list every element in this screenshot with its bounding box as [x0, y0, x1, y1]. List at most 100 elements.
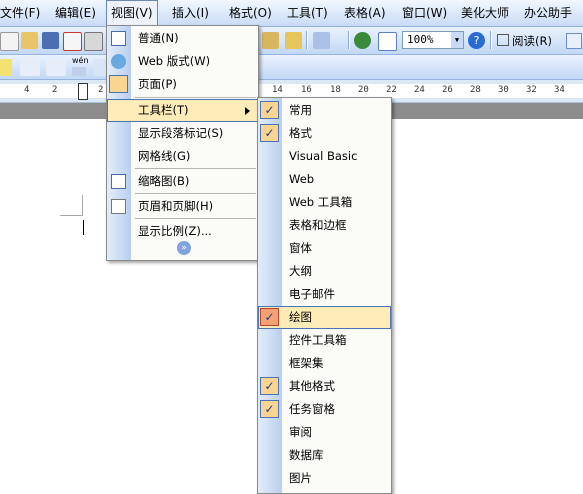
- menu-window[interactable]: 窗口(W): [402, 0, 447, 26]
- expand-menu-icon[interactable]: »: [177, 241, 191, 255]
- menu-view[interactable]: 视图(V): [106, 0, 158, 25]
- toolbar-option-item[interactable]: 窗体: [258, 237, 391, 260]
- menu-separator: [135, 193, 256, 194]
- print-layout-icon: [109, 75, 128, 93]
- formatting-toolbar: wén: [0, 55, 583, 80]
- toolbar-option-label: 其他格式: [289, 379, 335, 393]
- open-folder-icon[interactable]: [21, 32, 38, 49]
- ruler-number: 16: [301, 85, 312, 95]
- menu-office-assistant[interactable]: 办公助手: [524, 0, 572, 26]
- checkmark-icon: ✓: [260, 308, 279, 326]
- save-disk-icon[interactable]: [42, 32, 59, 49]
- hyperlink-icon[interactable]: [354, 32, 371, 49]
- header-footer-icon: [111, 199, 126, 214]
- view-zoom-item[interactable]: 显示比例(Z)...: [107, 220, 258, 243]
- checkmark-icon: ✓: [260, 101, 279, 119]
- format-painter-icon[interactable]: [285, 32, 302, 49]
- view-gridlines-item[interactable]: 网格线(G): [107, 145, 258, 168]
- toolbar-option-label: 数据库: [289, 448, 324, 462]
- toolbar-option-item[interactable]: 控件工具箱: [258, 329, 391, 352]
- read-mode-button[interactable]: 阅读(R): [497, 32, 552, 50]
- toolbar-option-item[interactable]: Web 工具箱: [258, 191, 391, 214]
- toolbars-submenu: ✓ 常用 ✓ 格式 Visual Basic Web Web 工具箱 表格和边框 窗体 大纲 电子邮…: [257, 97, 392, 494]
- toolbar-option-item[interactable]: 电子邮件: [258, 283, 391, 306]
- menu-insert[interactable]: 插入(I): [172, 0, 209, 26]
- toolbar-option-label: Visual Basic: [289, 149, 358, 163]
- ruler-number: 34: [554, 85, 565, 95]
- view-menu: 普通(N) Web 版式(W) 页面(P) 工具栏(T) 显示段落标记(S) 网…: [106, 25, 259, 261]
- print-icon[interactable]: [84, 32, 103, 51]
- help-icon[interactable]: ?: [468, 32, 485, 49]
- normal-view-icon: [111, 31, 126, 46]
- spelling-check-icon[interactable]: [20, 59, 40, 76]
- view-print-layout-item[interactable]: 页面(P): [107, 73, 258, 96]
- menu-beautify-master[interactable]: 美化大师: [461, 0, 509, 26]
- ruler-number: 24: [414, 85, 425, 95]
- toolbar-option-label: Web 工具箱: [289, 195, 353, 209]
- menu-separator: [135, 218, 256, 219]
- ruler-number: 30: [498, 85, 509, 95]
- menu-file[interactable]: 文件(F): [0, 0, 40, 26]
- view-paragraph-marks-item[interactable]: 显示段落标记(S): [107, 122, 258, 145]
- view-normal-item[interactable]: 普通(N): [107, 27, 258, 50]
- paste-icon[interactable]: [262, 32, 279, 49]
- toolbar-option-item[interactable]: ✓ 绘图: [258, 306, 391, 329]
- toolbar-option-label: 图片: [289, 471, 312, 485]
- toolbar-option-label: 绘图: [289, 310, 312, 324]
- view-header-footer-item[interactable]: 页眉和页脚(H): [107, 195, 258, 218]
- view-thumbnails-item[interactable]: 缩略图(B): [107, 170, 258, 193]
- toolbar-option-item[interactable]: ✓ 格式: [258, 122, 391, 145]
- zoom-box[interactable]: 100% ▼: [402, 31, 464, 49]
- zoom-dropdown-icon[interactable]: ▼: [451, 32, 463, 48]
- menu-separator: [135, 97, 256, 98]
- ruler-number: 14: [272, 85, 283, 95]
- ruler-number: 20: [358, 85, 369, 95]
- ruler-number: 18: [330, 85, 341, 95]
- menu-table[interactable]: 表格(A): [344, 0, 386, 26]
- toolbar-option-label: 表格和边框: [289, 218, 347, 232]
- menu-edit[interactable]: 编辑(E): [55, 0, 96, 26]
- menu-bar: 文件(F) 编辑(E) 视图(V) 插入(I) 格式(O) 工具(T) 表格(A…: [0, 0, 583, 27]
- toolbar-option-item[interactable]: 框架集: [258, 352, 391, 375]
- toolbar-option-item[interactable]: 表格和边框: [258, 214, 391, 237]
- standard-toolbar: 100% ▼ ? 阅读(R): [0, 27, 583, 55]
- submenu-arrow-icon: [245, 107, 250, 115]
- toolbar-option-label: 窗体: [289, 241, 312, 255]
- toolbar-option-item[interactable]: ✓ 任务窗格: [258, 398, 391, 421]
- toolbar-option-item[interactable]: 大纲: [258, 260, 391, 283]
- menu-format[interactable]: 格式(O): [229, 0, 272, 26]
- toolbar-option-label: 任务窗格: [289, 402, 335, 416]
- ruler-number: 2: [98, 85, 104, 95]
- toolbar-option-label: 格式: [289, 126, 312, 140]
- book-icon: [497, 34, 509, 46]
- ruler-number: 28: [470, 85, 481, 95]
- strikethrough-icon[interactable]: [46, 59, 66, 76]
- toolbar-option-label: 框架集: [289, 356, 324, 370]
- toolbar-option-item[interactable]: 数据库: [258, 444, 391, 467]
- checkmark-icon: ✓: [260, 124, 279, 142]
- toolbar-option-label: 审阅: [289, 425, 312, 439]
- toolbar-option-item[interactable]: 审阅: [258, 421, 391, 444]
- undo-icon[interactable]: [313, 32, 330, 49]
- highlight-pen-icon[interactable]: [0, 59, 12, 76]
- permission-icon[interactable]: [63, 32, 82, 51]
- toolbar-option-item[interactable]: Web: [258, 168, 391, 191]
- toolbar-option-item[interactable]: 图片: [258, 467, 391, 490]
- ruler-number: 4: [24, 85, 30, 95]
- view-web-layout-item[interactable]: Web 版式(W): [107, 50, 258, 73]
- toolbar-option-item[interactable]: Visual Basic: [258, 145, 391, 168]
- indent-marker-icon[interactable]: [78, 83, 88, 100]
- ruler-number: 22: [386, 85, 397, 95]
- menu-tools[interactable]: 工具(T): [287, 0, 328, 26]
- toolbar-option-item[interactable]: ✓ 其他格式: [258, 375, 391, 398]
- new-document-icon[interactable]: [0, 32, 19, 51]
- margin-corner-mark: [82, 195, 83, 216]
- toolbar-option-label: Web: [289, 172, 315, 186]
- ruler-number: 32: [526, 85, 537, 95]
- expand-toolbar-icon[interactable]: [566, 33, 582, 49]
- insert-table-icon[interactable]: [378, 32, 397, 51]
- toolbar-option-item[interactable]: ✓ 常用: [258, 99, 391, 122]
- view-toolbars-item[interactable]: 工具栏(T): [107, 99, 258, 122]
- toolbar-option-label: 电子邮件: [289, 287, 335, 301]
- phonetic-guide-button[interactable]: wén: [72, 57, 89, 76]
